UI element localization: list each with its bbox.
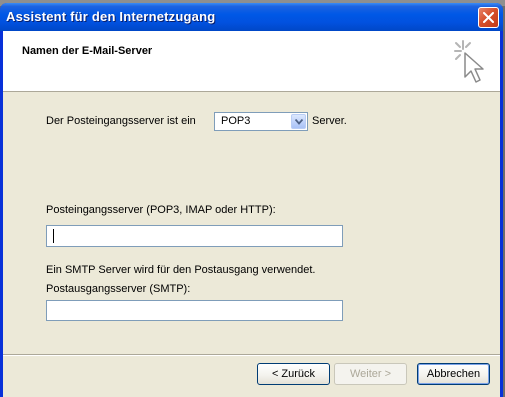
incoming-type-suffix-label: Server. <box>312 115 347 127</box>
window-title: Assistent für den Internetzugang <box>6 9 216 24</box>
wizard-content: Der Posteingangsserver ist ein POP3 Serv… <box>3 92 500 352</box>
incoming-type-value: POP3 <box>221 115 251 127</box>
text-caret <box>53 229 54 243</box>
dialog-body: Namen der E-Mail-Server Der Posteingangs… <box>3 31 500 397</box>
outgoing-server-input[interactable] <box>46 300 343 321</box>
page-title: Namen der E-Mail-Server <box>22 45 153 57</box>
incoming-type-select[interactable]: POP3 <box>214 112 308 131</box>
outgoing-server-label: Postausgangsserver (SMTP): <box>46 283 191 295</box>
smtp-note: Ein SMTP Server wird für den Postausgang… <box>46 264 316 276</box>
incoming-type-prefix-label: Der Posteingangsserver ist ein <box>46 115 196 127</box>
close-icon <box>483 12 494 23</box>
close-button[interactable] <box>478 7 499 28</box>
next-button[interactable]: Weiter > <box>334 363 407 385</box>
footer-divider <box>3 354 500 356</box>
back-button[interactable]: < Zurück <box>257 363 330 385</box>
chevron-down-icon <box>295 119 303 125</box>
wizard-header: Namen der E-Mail-Server <box>3 31 500 92</box>
incoming-server-input[interactable] <box>46 225 343 247</box>
dropdown-button[interactable] <box>291 114 306 129</box>
cancel-button[interactable]: Abbrechen <box>417 363 490 385</box>
incoming-server-label: Posteingangsserver (POP3, IMAP oder HTTP… <box>46 204 276 216</box>
wizard-sparkle-cursor-icon <box>454 40 484 83</box>
wizard-window: Assistent für den Internetzugang Namen d… <box>0 3 503 397</box>
title-bar[interactable]: Assistent für den Internetzugang <box>0 3 503 31</box>
